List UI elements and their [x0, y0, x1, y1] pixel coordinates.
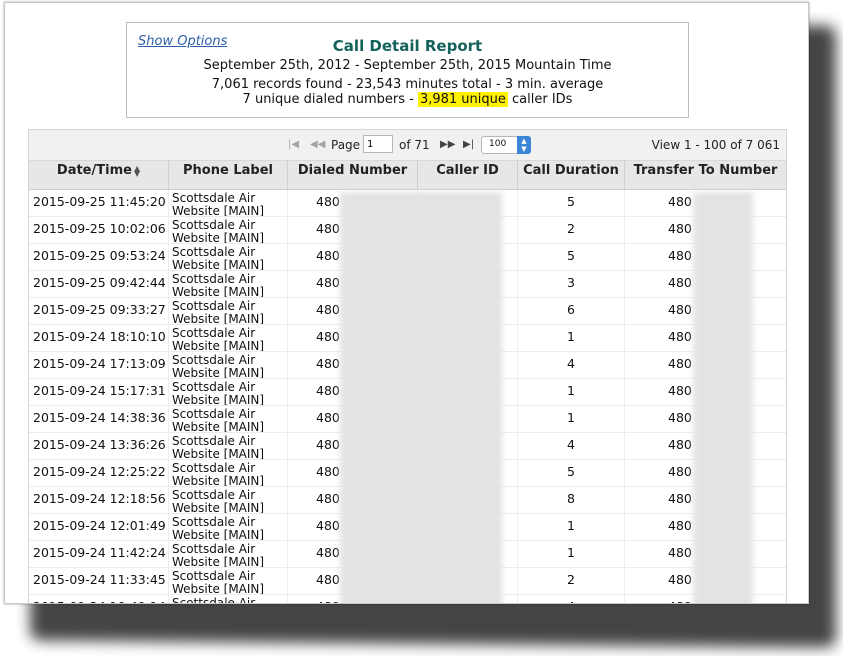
- table-header: Date/Time ▲ ▼ Phone Label Dialed Number Ca…: [29, 161, 786, 190]
- call-duration-cell: 1: [518, 541, 625, 567]
- call-duration-cell: 2: [518, 568, 625, 594]
- call-duration-cell: 5: [518, 460, 625, 486]
- page-number-input[interactable]: [363, 135, 393, 153]
- call-duration-cell: 1: [518, 514, 625, 540]
- phone-label-cell: Scottsdale Air Website [MAIN]: [169, 244, 288, 270]
- col-caller-id[interactable]: Caller ID: [418, 161, 518, 189]
- datetime-cell: 2015-09-24 14:38:36: [29, 406, 169, 432]
- unique-summary: 7 unique dialed numbers - 3,981 unique c…: [127, 92, 688, 107]
- first-page-icon[interactable]: |◀: [288, 139, 299, 150]
- phone-label-cell: Scottsdale Air Website [MAIN]: [169, 217, 288, 243]
- datetime-cell: 2015-09-24 12:18:56: [29, 487, 169, 513]
- call-duration-cell: 1: [518, 325, 625, 351]
- col-dialed-number[interactable]: Dialed Number: [288, 161, 418, 189]
- last-page-icon[interactable]: ▶|: [463, 139, 474, 150]
- call-duration-cell: 8: [518, 487, 625, 513]
- datetime-cell: 2015-09-24 15:17:31: [29, 379, 169, 405]
- report-header: Show Options Call Detail Report Septembe…: [126, 22, 689, 118]
- phone-label-cell: Scottsdale Air Website [MAIN]: [169, 595, 288, 603]
- datetime-cell: 2015-09-25 09:53:24: [29, 244, 169, 270]
- datetime-cell: 2015-09-24 10:49:14: [29, 595, 169, 603]
- prev-page-icon[interactable]: ◀◀: [310, 139, 325, 150]
- call-duration-cell: 4: [518, 595, 625, 603]
- call-duration-cell: 5: [518, 190, 625, 216]
- phone-label-cell: Scottsdale Air Website [MAIN]: [169, 352, 288, 378]
- call-duration-cell: 6: [518, 298, 625, 324]
- datetime-cell: 2015-09-24 12:01:49: [29, 514, 169, 540]
- phone-label-cell: Scottsdale Air Website [MAIN]: [169, 298, 288, 324]
- datetime-cell: 2015-09-25 09:42:44: [29, 271, 169, 297]
- rows-per-page-value: 100: [489, 139, 507, 149]
- table-body: 2015-09-25 11:45:20 Scottsdale Air Websit…: [29, 190, 786, 603]
- phone-label-cell: Scottsdale Air Website [MAIN]: [169, 460, 288, 486]
- page-label: Page: [331, 138, 361, 152]
- col-datetime-label: Date/Time: [56, 163, 132, 178]
- sort-icon: ▲ ▼: [133, 163, 141, 178]
- redacted-numbers: [340, 192, 502, 603]
- report-title: Call Detail Report: [332, 37, 483, 55]
- date-range: September 25th, 2012 - September 25th, 2…: [203, 58, 612, 73]
- pager-bar: |◀ ◀◀ Page of 71 ▶▶ ▶| 100 ▲▼ View 1 - 1…: [29, 130, 786, 161]
- call-duration-cell: 3: [518, 271, 625, 297]
- call-duration-cell: 1: [518, 406, 625, 432]
- phone-label-cell: Scottsdale Air Website [MAIN]: [169, 379, 288, 405]
- datetime-cell: 2015-09-24 17:13:09: [29, 352, 169, 378]
- col-transfer-to[interactable]: Transfer To Number: [625, 161, 786, 189]
- phone-label-cell: Scottsdale Air Website [MAIN]: [169, 514, 288, 540]
- col-phone-label[interactable]: Phone Label: [169, 161, 288, 189]
- report-page: Show Options Call Detail Report Septembe…: [4, 2, 809, 604]
- phone-label-cell: Scottsdale Air Website [MAIN]: [169, 568, 288, 594]
- datetime-cell: 2015-09-25 11:45:20: [29, 190, 169, 216]
- unique-prefix: 7 unique dialed numbers -: [242, 92, 418, 107]
- call-duration-cell: 5: [518, 244, 625, 270]
- page-count: of 71: [399, 138, 430, 152]
- datetime-cell: 2015-09-24 12:25:22: [29, 460, 169, 486]
- phone-label-cell: Scottsdale Air Website [MAIN]: [169, 325, 288, 351]
- col-call-duration[interactable]: Call Duration: [518, 161, 625, 189]
- call-duration-cell: 4: [518, 433, 625, 459]
- phone-label-cell: Scottsdale Air Website [MAIN]: [169, 433, 288, 459]
- phone-label-cell: Scottsdale Air Website [MAIN]: [169, 190, 288, 216]
- col-datetime[interactable]: Date/Time ▲ ▼: [29, 161, 169, 189]
- phone-label-cell: Scottsdale Air Website [MAIN]: [169, 487, 288, 513]
- unique-highlight: 3,981 unique: [417, 92, 508, 107]
- phone-label-cell: Scottsdale Air Website [MAIN]: [169, 271, 288, 297]
- select-arrows-icon: ▲ ▼: [517, 136, 531, 154]
- records-summary: 7,061 records found - 23,543 minutes tot…: [211, 77, 604, 92]
- phone-label-cell: Scottsdale Air Website [MAIN]: [169, 541, 288, 567]
- datetime-cell: 2015-09-24 13:36:26: [29, 433, 169, 459]
- call-duration-cell: 4: [518, 352, 625, 378]
- redacted-transfer-numbers: [693, 192, 753, 603]
- call-detail-grid: |◀ ◀◀ Page of 71 ▶▶ ▶| 100 ▲▼ View 1 - 1…: [28, 129, 787, 603]
- call-duration-cell: 1: [518, 379, 625, 405]
- datetime-cell: 2015-09-24 18:10:10: [29, 325, 169, 351]
- next-page-icon[interactable]: ▶▶: [440, 139, 455, 150]
- datetime-cell: 2015-09-24 11:42:24: [29, 541, 169, 567]
- datetime-cell: 2015-09-25 10:02:06: [29, 217, 169, 243]
- view-range: View 1 - 100 of 7 061: [651, 138, 780, 152]
- datetime-cell: 2015-09-25 09:33:27: [29, 298, 169, 324]
- phone-label-cell: Scottsdale Air Website [MAIN]: [169, 406, 288, 432]
- unique-suffix: caller IDs: [507, 92, 573, 107]
- datetime-cell: 2015-09-24 11:33:45: [29, 568, 169, 594]
- rows-per-page-select[interactable]: 100 ▲ ▼: [481, 136, 531, 154]
- call-duration-cell: 2: [518, 217, 625, 243]
